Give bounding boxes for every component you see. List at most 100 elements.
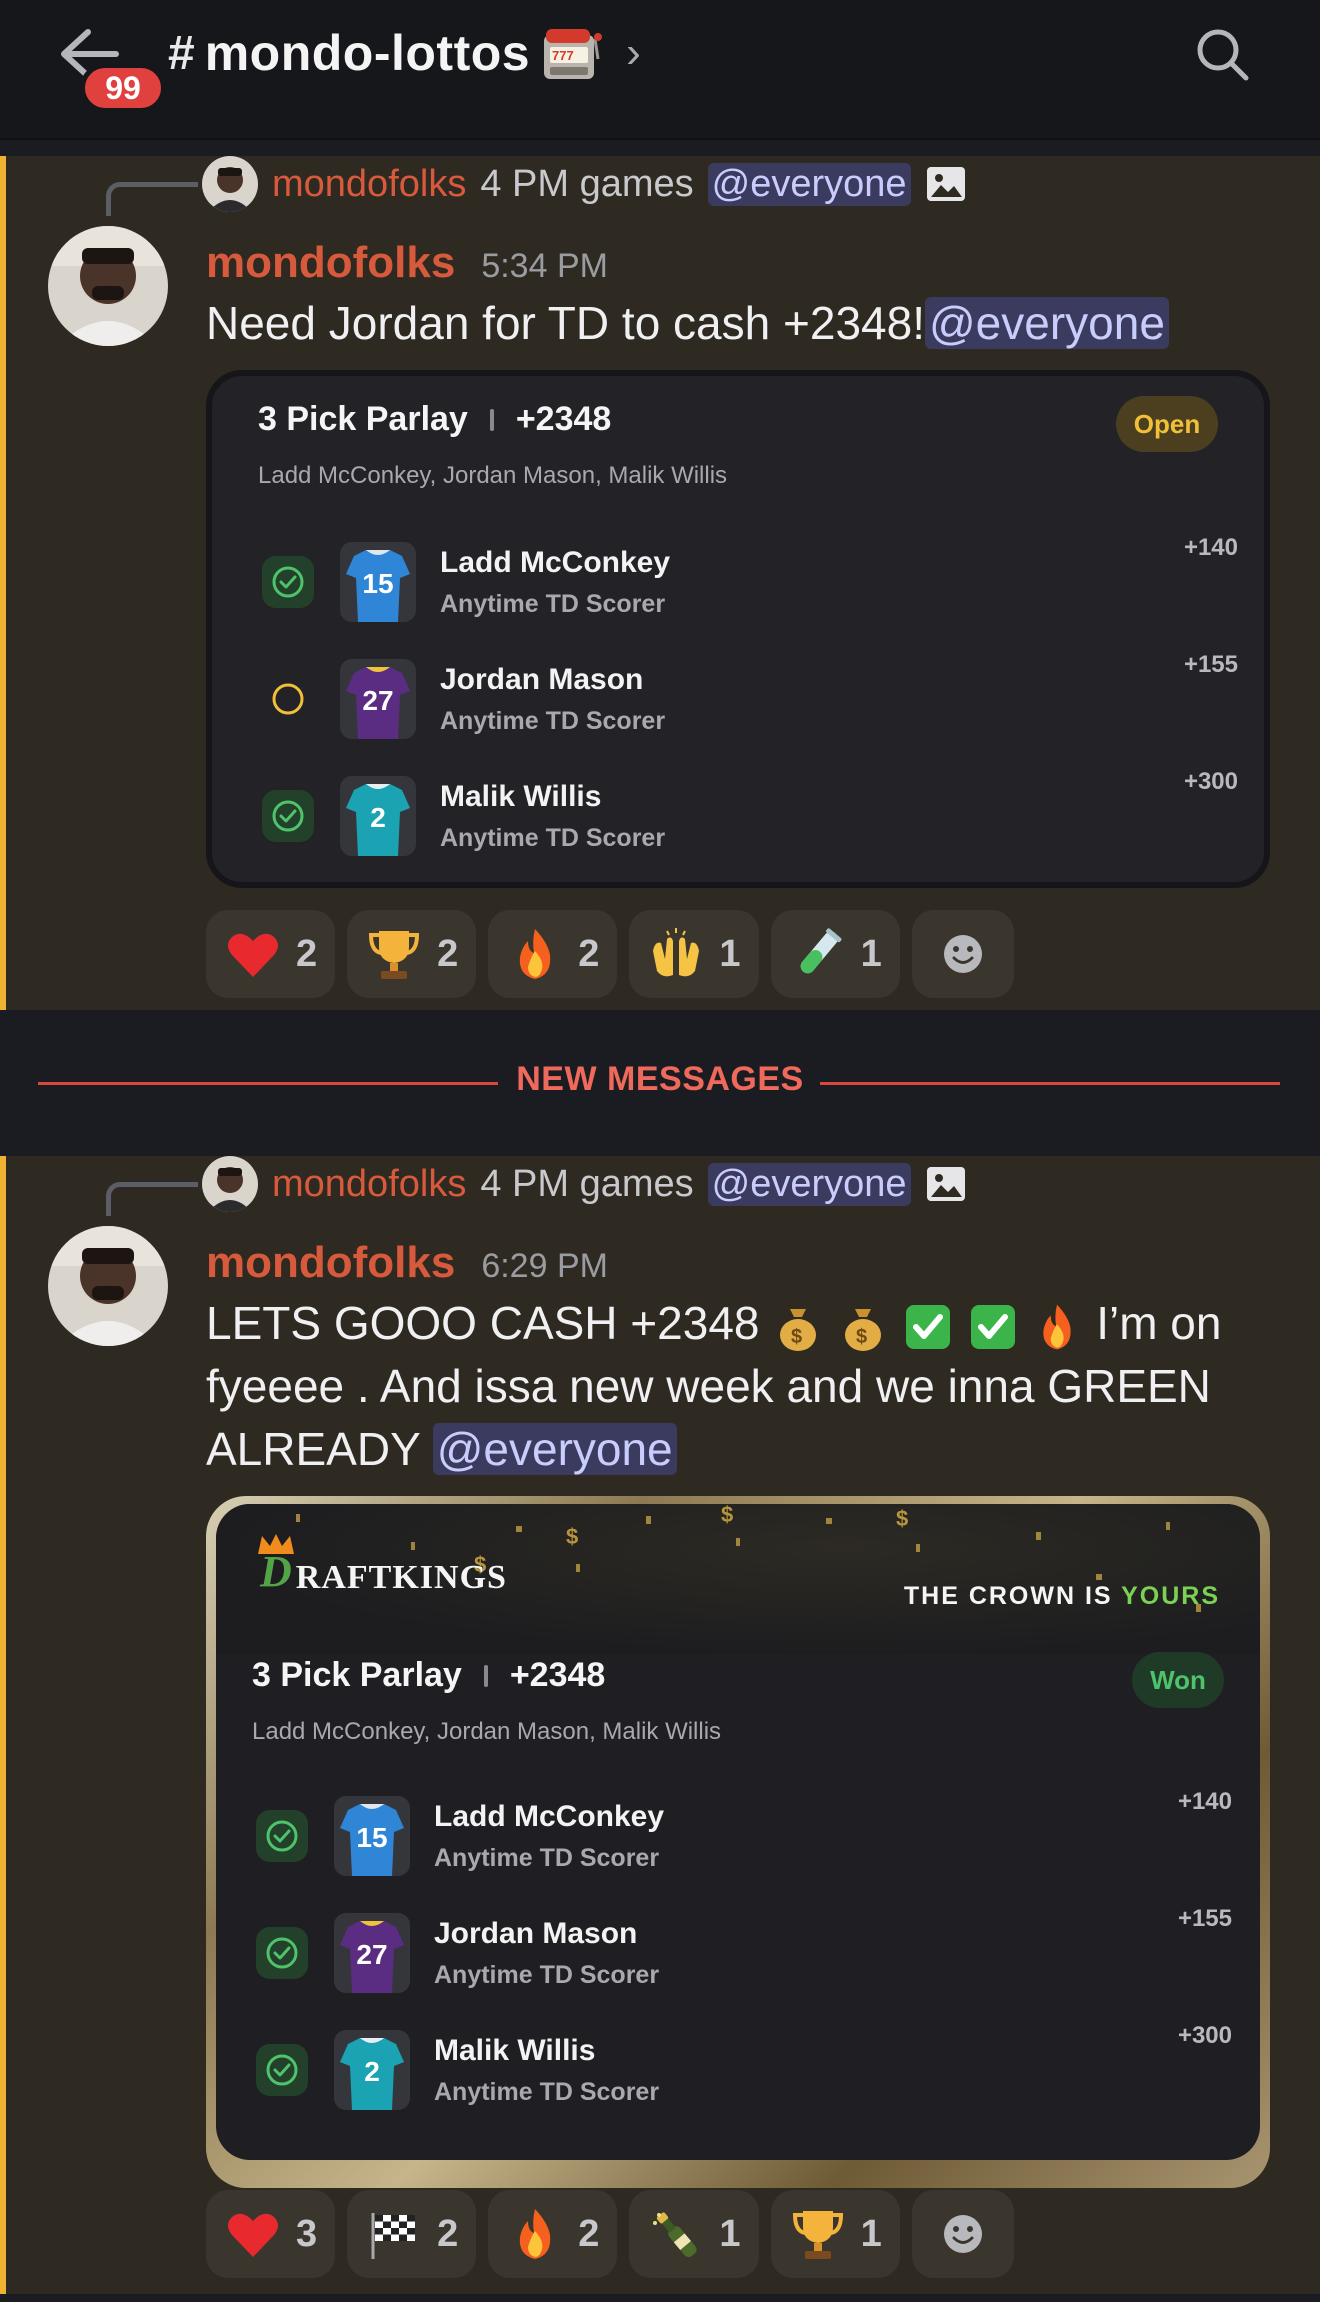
bet-leg: 2 Malik Willis Anytime TD Scorer +300 [258,768,1238,868]
player-name: Ladd McConkey [440,546,671,579]
message-text: LETS GOOO CASH +2348 [206,1297,760,1349]
leg-odds: +140 [1183,534,1238,561]
reaction-count: 1 [719,932,741,975]
leg-odds: +300 [1177,2022,1232,2049]
reaction-count: 2 [578,2212,600,2255]
reaction-trophy[interactable]: 2 [347,910,477,998]
author-username[interactable]: mondofolks [206,238,455,288]
reply-username: mondofolks [272,1162,467,1205]
bet-card[interactable]: $ $ $ $ D RAFTKINGS THE CROWN IS YOURS 3 Pi… [206,1496,1270,2188]
message-header: mondofolks 5:34 PM [206,238,608,288]
add-reaction-button[interactable] [911,910,1014,998]
reaction-count: 2 [578,932,600,975]
jersey-number: 27 [362,685,394,716]
reactions-bar: 3 2 2 1 1 [206,2190,1014,2278]
reply-text: 4 PM games [480,162,694,205]
message-text: Need Jordan for TD to cash +2348! [206,297,925,349]
jersey-number: 2 [370,802,386,833]
reaction-champagne[interactable]: 1 [629,2190,759,2278]
reaction-trophy[interactable]: 1 [770,2190,900,2278]
reaction-heart[interactable]: 3 [206,2190,336,2278]
check-circle-icon [262,556,314,608]
jersey-number: 15 [356,1822,388,1853]
reaction-checkered-flag[interactable]: 2 [347,2190,477,2278]
reply-text: 4 PM games [480,1162,694,1205]
leg-odds: +140 [1177,1788,1232,1815]
player-name: Jordan Mason [440,663,644,696]
parlay-title: 3 Pick Parlay +2348 [252,1656,605,1695]
jersey-number: 27 [356,1939,388,1970]
message[interactable]: mondofolks 4 PM games @everyone mondofol… [0,156,1320,1010]
message[interactable]: mondofolks 4 PM games @everyone mondofol… [0,1156,1320,2294]
mention[interactable]: @everyone [924,297,1169,349]
parlay-odds: +2348 [515,400,612,438]
bet-card[interactable]: 3 Pick Parlay +2348 Ladd McConkey, Jorda… [206,370,1270,888]
reply-connector [106,1182,198,1216]
reaction-raised-hands[interactable]: 1 [629,910,759,998]
mention[interactable]: @everyone [432,1423,677,1475]
check-circle-icon [256,1927,308,1979]
avatar [202,156,258,212]
jersey-number: 15 [362,568,394,599]
player-name: Jordan Mason [434,1917,638,1950]
checkered-flag-icon [371,2213,416,2259]
message-header: mondofolks 6:29 PM [206,1238,608,1288]
parlay-odds: +2348 [509,1656,606,1694]
money-bag-icon: $ [780,1308,817,1351]
smiley-icon [943,935,982,973]
market-name: Anytime TD Scorer [440,824,666,852]
new-messages-divider: NEW MESSAGES [0,1012,1320,1156]
add-reaction-button[interactable] [911,2190,1014,2278]
smiley-icon [943,2215,982,2253]
pending-circle-icon [272,683,304,715]
status-badge: Won [1132,1652,1224,1708]
parlay-name: 3 Pick Parlay [252,1656,462,1694]
brand-text: KINGS [392,1559,507,1596]
image-icon [926,1167,965,1201]
author-username[interactable]: mondofolks [206,1238,455,1288]
reply-mention: @everyone [707,1162,911,1206]
check-mark-button-icon [970,1304,1015,1349]
raised-hands-icon [653,928,700,977]
svg-text:$: $ [856,1326,867,1348]
reaction-test-tube[interactable]: 1 [770,910,900,998]
heart-icon [228,2213,278,2257]
heart-icon [228,933,278,977]
search-button[interactable] [1190,22,1256,88]
reply-preview[interactable]: mondofolks 4 PM games @everyone [202,156,967,212]
reaction-fire[interactable]: 2 [488,910,618,998]
leg-odds: +155 [1177,1905,1232,1932]
slogan-highlight: YOURS [1121,1582,1220,1610]
leg-odds: +155 [1183,651,1238,678]
jersey-icon: 2 [340,776,416,856]
bet-leg: 15 Ladd McConkey Anytime TD Scorer +140 [252,1788,1232,1888]
check-circle-icon [256,1810,308,1862]
bet-leg: 27 Jordan Mason Anytime TD Scorer +155 [258,651,1238,751]
avatar[interactable] [48,1226,168,1346]
svg-text:$: $ [721,1504,733,1527]
jersey-icon: 15 [340,542,416,622]
reply-mention: @everyone [707,162,911,206]
slogan-text: THE CROWN IS [903,1582,1122,1610]
new-messages-label: NEW MESSAGES [516,1060,804,1098]
market-name: Anytime TD Scorer [434,1844,660,1872]
reaction-heart[interactable]: 2 [206,910,336,998]
brand-banner: $ $ $ $ D RAFTKINGS THE CROWN IS YOURS [216,1504,1260,1654]
parlay-name: 3 Pick Parlay [258,400,468,438]
draftkings-logo: D RAFTKINGS [258,1534,507,1597]
channel-title[interactable]: # mondo-lottos 777 › [168,18,641,88]
message-content: LETS GOOO CASH +2348 $ $ I’m on fyeeee .… [206,1292,1226,1481]
avatar[interactable] [48,226,168,346]
parlay-title: 3 Pick Parlay +2348 [258,400,611,439]
reaction-fire[interactable]: 2 [488,2190,618,2278]
reply-preview[interactable]: mondofolks 4 PM games @everyone [202,1156,967,1212]
channel-hash-icon: # [168,26,195,80]
svg-text:$: $ [896,1506,908,1531]
jersey-icon: 27 [340,659,416,739]
divider [483,1664,488,1687]
fire-icon [520,2209,551,2259]
svg-text:$: $ [566,1524,578,1549]
money-bag-icon: $ [845,1308,882,1351]
search-icon [1197,29,1249,81]
jersey-icon: 2 [334,2030,410,2110]
